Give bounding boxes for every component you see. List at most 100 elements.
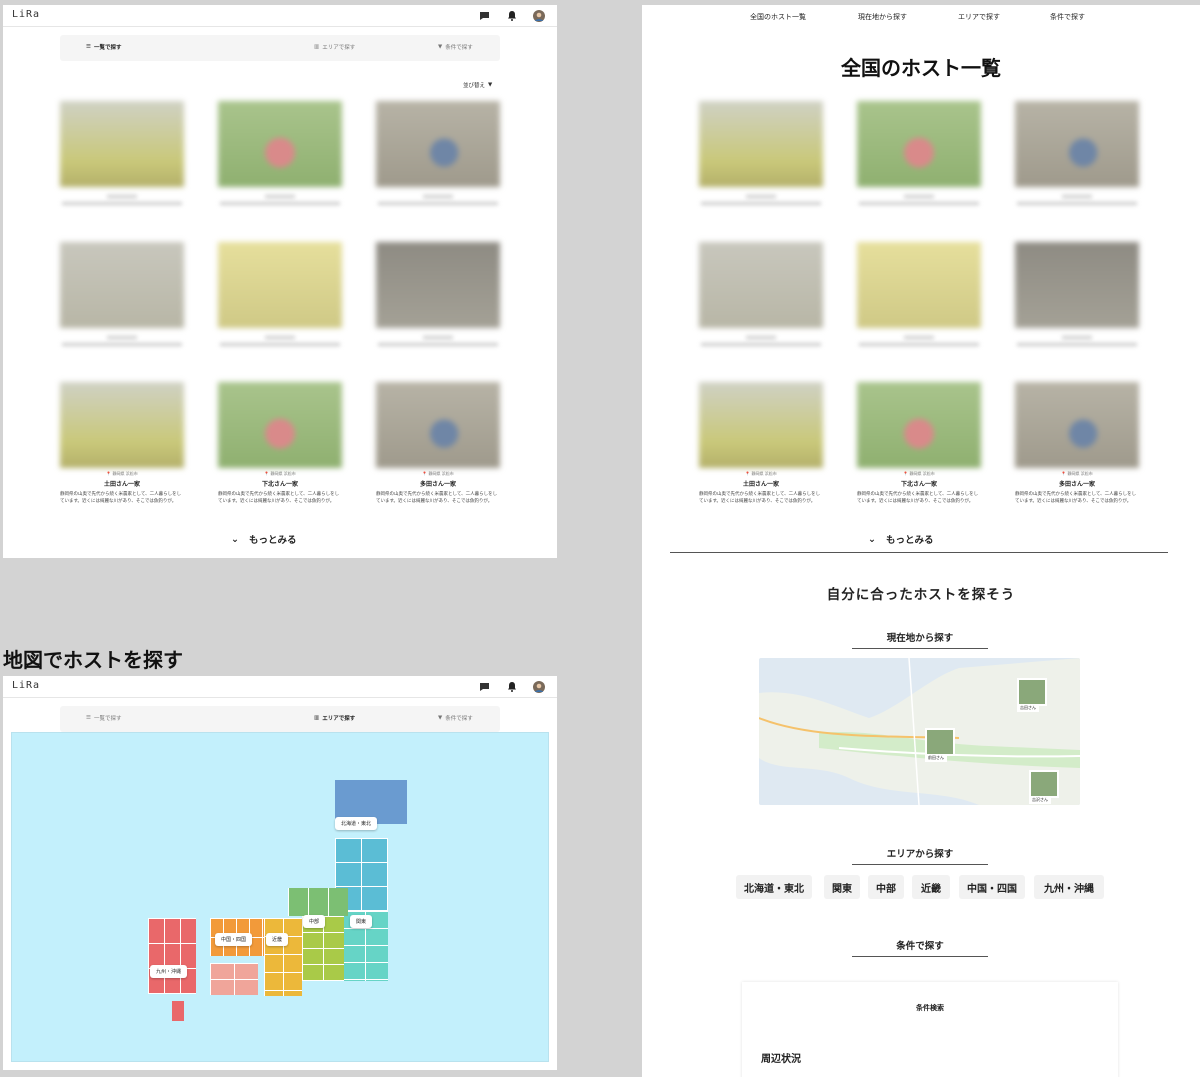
host-card[interactable] <box>1015 242 1139 350</box>
host-card[interactable] <box>376 242 500 350</box>
host-card[interactable] <box>60 101 184 209</box>
host-photo <box>857 242 981 328</box>
host-photo <box>376 101 500 187</box>
host-card[interactable] <box>60 242 184 350</box>
area-button-hokkaido-tohoku[interactable]: 北海道・東北 <box>736 875 812 899</box>
pin-icon: 📍 <box>106 471 112 476</box>
host-text-blurred <box>857 336 981 346</box>
bell-icon[interactable] <box>505 680 518 693</box>
list-icon: ☰ <box>86 715 91 721</box>
host-photo <box>60 242 184 328</box>
host-card[interactable] <box>857 242 981 350</box>
map-icon: ▥ <box>314 44 320 50</box>
host-card[interactable]: 📍 静岡県 浜松市 下北さん一家 静岡県の山奥で先代から続く米農家として、二人暮… <box>857 382 981 505</box>
app-bar: LiRa <box>3 676 557 698</box>
region-tag-hokkaido-tohoku[interactable]: 北海道・東北 <box>335 817 378 830</box>
nav-near-me[interactable]: 現在地から探す <box>858 12 907 22</box>
nav-all-hosts[interactable]: 全国のホスト一覧 <box>750 12 806 22</box>
host-card[interactable] <box>857 101 981 209</box>
area-button-kanto[interactable]: 関東 <box>824 875 860 899</box>
pin-icon: 📍 <box>1061 471 1067 476</box>
bell-icon[interactable] <box>505 9 518 22</box>
pin-icon: 📍 <box>422 471 428 476</box>
tab-conditions[interactable]: ▼ 条件で探す <box>438 43 473 51</box>
region-kyushu[interactable] <box>148 918 196 994</box>
tab-list[interactable]: ☰ 一覧で探す <box>86 714 121 722</box>
host-pin-photo[interactable] <box>1017 678 1047 706</box>
region-tag-kanto[interactable]: 関東 <box>350 915 373 928</box>
host-pin-label: 前田さん <box>925 754 947 762</box>
nearby-map[interactable]: 吉田さん 前田さん 吉沢さん <box>759 658 1080 805</box>
host-card[interactable] <box>1015 101 1139 209</box>
region-hokuriku[interactable] <box>288 888 348 916</box>
tab-conditions[interactable]: ▼ 条件で探す <box>438 714 473 722</box>
region-tag-chubu[interactable]: 中部 <box>303 915 326 928</box>
avatar[interactable] <box>532 680 545 693</box>
app-logo[interactable]: LiRa <box>12 9 40 20</box>
region-tag-kyushu-okinawa[interactable]: 九州・沖縄 <box>150 965 188 978</box>
tab-area[interactable]: ▥ エリアで探す <box>314 43 355 51</box>
area-button-kyushu-okinawa[interactable]: 九州・沖縄 <box>1034 875 1104 899</box>
host-text-blurred <box>60 195 184 205</box>
host-photo <box>1015 101 1139 187</box>
caret-down-icon: ▼ <box>488 82 493 88</box>
region-tag-chugoku-shikoku[interactable]: 中国・四国 <box>215 933 253 946</box>
host-text-blurred <box>376 336 500 346</box>
region-tag-kinki[interactable]: 近畿 <box>266 933 289 946</box>
host-text-blurred <box>699 195 823 205</box>
host-card[interactable]: 📍 静岡県 浜松市 下北さん一家 静岡県の山奥で先代から続く米農家として、二人暮… <box>218 382 342 505</box>
host-card[interactable] <box>699 242 823 350</box>
map-icon: ▥ <box>314 715 320 721</box>
region-kinki[interactable] <box>264 918 302 996</box>
host-location: 📍 静岡県 浜松市 <box>264 471 296 476</box>
host-card[interactable] <box>218 101 342 209</box>
filter-title: 条件検索 <box>916 1004 944 1012</box>
map-section-title: 地図でホストを探す <box>3 648 183 672</box>
sort-dropdown[interactable]: 並び替え ▼ <box>463 81 492 89</box>
region-shikoku[interactable] <box>210 963 258 995</box>
nav-area[interactable]: エリアで探す <box>958 12 1000 22</box>
host-name: 土田さん一家 <box>742 481 779 488</box>
host-card[interactable] <box>218 242 342 350</box>
host-card[interactable] <box>376 101 500 209</box>
host-text-blurred <box>60 336 184 346</box>
host-pin-photo[interactable] <box>1029 770 1059 798</box>
chat-icon[interactable] <box>478 680 491 693</box>
avatar[interactable] <box>532 9 545 22</box>
host-card[interactable] <box>699 101 823 209</box>
area-button-kinki[interactable]: 近畿 <box>912 875 950 899</box>
area-button-chugoku-shikoku[interactable]: 中国・四国 <box>959 875 1025 899</box>
filter-card: 条件検索 周辺状況 <box>742 982 1118 1077</box>
show-more-button[interactable]: ⌄ もっとみる <box>231 532 296 547</box>
host-card[interactable]: 📍 静岡県 浜松市 土田さん一家 静岡県の山奥で先代から続く米農家として、二人暮… <box>699 382 823 505</box>
host-photo <box>218 101 342 187</box>
host-card[interactable]: 📍 静岡県 浜松市 多田さん一家 静岡県の山奥で先代から続く米農家として、二人暮… <box>1015 382 1139 505</box>
host-location: 📍 静岡県 浜松市 <box>1061 471 1093 476</box>
search-mode-tabs: ☰ 一覧で探す ▥ エリアで探す ▼ 条件で探す <box>60 706 500 732</box>
host-photo <box>857 101 981 187</box>
region-okinawa[interactable] <box>172 1001 184 1021</box>
host-directory-page: 全国のホスト一覧 現在地から探す エリアで探す 条件で探す 全国のホスト一覧 📍… <box>642 5 1200 1077</box>
host-card[interactable]: 📍 静岡県 浜松市 土田さん一家 静岡県の山奥で先代から続く米農家として、二人暮… <box>60 382 184 505</box>
host-pin-photo[interactable] <box>925 728 955 756</box>
host-location: 📍 静岡県 浜松市 <box>903 471 935 476</box>
host-photo <box>699 382 823 468</box>
host-photo <box>699 242 823 328</box>
host-photo <box>376 382 500 468</box>
app-logo[interactable]: LiRa <box>12 680 40 691</box>
pin-icon: 📍 <box>745 471 751 476</box>
host-name: 土田さん一家 <box>103 481 140 488</box>
pin-icon: 📍 <box>264 471 270 476</box>
search-mode-tabs: ☰ 一覧で探す ▥ エリアで探す ▼ 条件で探す <box>60 35 500 61</box>
filter-icon: ▼ <box>438 44 443 50</box>
tab-area[interactable]: ▥ エリアで探す <box>314 714 355 722</box>
area-button-chubu[interactable]: 中部 <box>868 875 904 899</box>
chat-icon[interactable] <box>478 9 491 22</box>
show-more-button[interactable]: ⌄ もっとみる <box>868 532 933 547</box>
host-card[interactable]: 📍 静岡県 浜松市 多田さん一家 静岡県の山奥で先代から続く米農家として、二人暮… <box>376 382 500 505</box>
nav-conditions[interactable]: 条件で探す <box>1050 12 1085 22</box>
host-text-blurred <box>218 336 342 346</box>
tab-list[interactable]: ☰ 一覧で探す <box>86 43 121 51</box>
chevron-down-icon: ⌄ <box>231 533 239 545</box>
host-name: 下北さん一家 <box>900 481 937 488</box>
